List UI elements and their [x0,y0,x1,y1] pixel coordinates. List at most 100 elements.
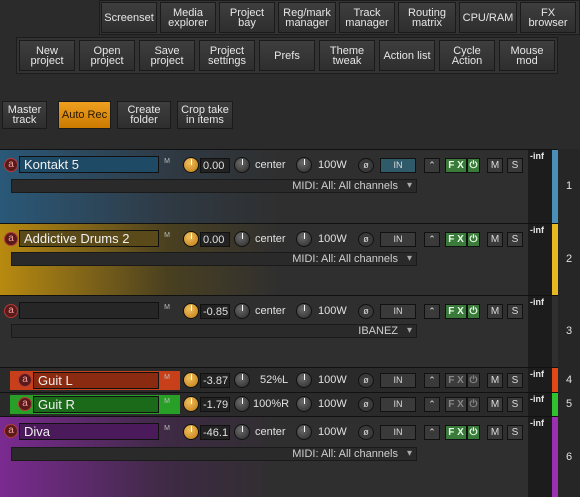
input-select[interactable]: IBANEZ [11,324,417,338]
volume-knob[interactable] [183,303,199,319]
track-5[interactable]: -inf a Guit R M -1.79 100%R 100W ø IN ⌃ … [0,392,558,416]
volume-value[interactable]: -1.79 [200,397,230,412]
project-bay-button[interactable]: Project bay [219,2,275,33]
fx-bypass-button[interactable]: ⏻ [467,158,480,173]
mute-button[interactable]: M [487,425,503,440]
fx-bypass-button[interactable]: ⏻ [467,373,480,388]
pan-value[interactable]: center [255,232,286,247]
phase-button[interactable]: ø [358,425,374,440]
input-select[interactable]: MIDI: All: All channels [11,447,417,461]
crop-take-button[interactable]: Crop take in items [177,101,233,129]
screenset-button[interactable]: Screenset [101,2,157,33]
pan-knob[interactable] [234,424,250,440]
volume-value[interactable]: -0.85 [200,304,230,319]
track-name[interactable]: Guit L [33,372,159,389]
pan-value[interactable]: center [255,425,286,440]
width-value[interactable]: 100W [318,373,347,388]
open-project-button[interactable]: Open project [79,40,135,71]
solo-button[interactable]: S [507,373,523,388]
width-knob[interactable] [296,396,312,412]
solo-button[interactable]: S [507,158,523,173]
pan-knob[interactable] [234,396,250,412]
track-name[interactable]: Diva [19,423,159,440]
pan-value[interactable]: center [255,304,286,319]
volume-knob[interactable] [183,372,199,388]
media-explorer-button[interactable]: Media explorer [160,2,216,33]
region-marker-manager-button[interactable]: Reg/mark manager [278,2,336,33]
create-folder-button[interactable]: Create folder [117,101,171,129]
cpu-ram-button[interactable]: CPU/RAM [459,2,517,33]
pan-knob[interactable] [234,157,250,173]
input-monitor-button[interactable]: IN [380,158,416,173]
width-value[interactable]: 100W [318,304,347,319]
width-knob[interactable] [296,372,312,388]
track-name[interactable]: Kontakt 5 [19,156,159,173]
fx-button[interactable]: F X [445,425,467,440]
track-name[interactable]: Guit R [33,396,159,413]
mouse-mod-button[interactable]: Mouse mod [499,40,555,71]
action-list-button[interactable]: Action list [379,40,435,71]
input-monitor-button[interactable]: IN [380,304,416,319]
fx-button[interactable]: F X [445,158,467,173]
width-value[interactable]: 100W [318,158,347,173]
mute-button[interactable]: M [487,158,503,173]
envelope-button[interactable]: ⌃ [424,232,440,247]
volume-value[interactable]: -3.87 [200,373,230,388]
prefs-button[interactable]: Prefs [259,40,315,71]
new-project-button[interactable]: New project [19,40,75,71]
theme-tweak-button[interactable]: Theme tweak [319,40,375,71]
volume-value[interactable]: -46.1 [200,425,230,440]
envelope-button[interactable]: ⌃ [424,304,440,319]
width-knob[interactable] [296,424,312,440]
save-project-button[interactable]: Save project [139,40,195,71]
input-select[interactable]: MIDI: All: All channels [11,252,417,266]
record-arm-button[interactable]: a [4,158,18,172]
input-monitor-button[interactable]: IN [380,425,416,440]
fx-bypass-button[interactable]: ⏻ [467,397,480,412]
record-arm-button[interactable]: a [18,397,32,411]
auto-rec-button[interactable]: Auto Rec [58,101,111,129]
width-knob[interactable] [296,157,312,173]
track-1[interactable]: -inf a Kontakt 5 M 0.00 center 100W ø IN… [0,149,558,223]
phase-button[interactable]: ø [358,232,374,247]
master-track-button[interactable]: Master track [2,101,47,129]
routing-matrix-button[interactable]: Routing matrix [398,2,456,33]
fx-button[interactable]: F X [445,397,467,412]
phase-button[interactable]: ø [358,397,374,412]
pan-value[interactable]: center [255,158,286,173]
solo-button[interactable]: S [507,304,523,319]
volume-knob[interactable] [183,424,199,440]
pan-knob[interactable] [234,303,250,319]
track-3[interactable]: -inf a M -0.85 center 100W ø IN ⌃ F X ⏻ … [0,295,558,367]
width-value[interactable]: 100W [318,425,347,440]
envelope-button[interactable]: ⌃ [424,158,440,173]
input-monitor-button[interactable]: IN [380,232,416,247]
fx-bypass-button[interactable]: ⏻ [467,232,480,247]
record-arm-button[interactable]: a [18,373,32,387]
volume-value[interactable]: 0.00 [200,158,230,173]
width-value[interactable]: 100W [318,232,347,247]
fx-button[interactable]: F X [445,304,467,319]
record-arm-button[interactable]: a [4,304,18,318]
track-6[interactable]: -inf a Diva M -46.1 center 100W ø IN ⌃ F… [0,416,558,497]
record-arm-button[interactable]: a [4,424,18,438]
input-monitor-button[interactable]: IN [380,397,416,412]
phase-button[interactable]: ø [358,373,374,388]
pan-value[interactable]: 52%L [260,373,288,388]
envelope-button[interactable]: ⌃ [424,425,440,440]
track-2[interactable]: -inf a Addictive Drums 2 M 0.00 center 1… [0,223,558,295]
cycle-action-button[interactable]: Cycle Action [439,40,495,71]
record-arm-button[interactable]: a [4,232,18,246]
fx-browser-button[interactable]: FX browser [520,2,576,33]
width-value[interactable]: 100W [318,397,347,412]
volume-value[interactable]: 0.00 [200,232,230,247]
fx-button[interactable]: F X [445,232,467,247]
fx-button[interactable]: F X [445,373,467,388]
pan-knob[interactable] [234,231,250,247]
input-select[interactable]: MIDI: All: All channels [11,179,417,193]
fx-bypass-button[interactable]: ⏻ [467,304,480,319]
track-4[interactable]: -inf a Guit L M -3.87 52%L 100W ø IN ⌃ F… [0,367,558,392]
envelope-button[interactable]: ⌃ [424,397,440,412]
input-monitor-button[interactable]: IN [380,373,416,388]
solo-button[interactable]: S [507,425,523,440]
